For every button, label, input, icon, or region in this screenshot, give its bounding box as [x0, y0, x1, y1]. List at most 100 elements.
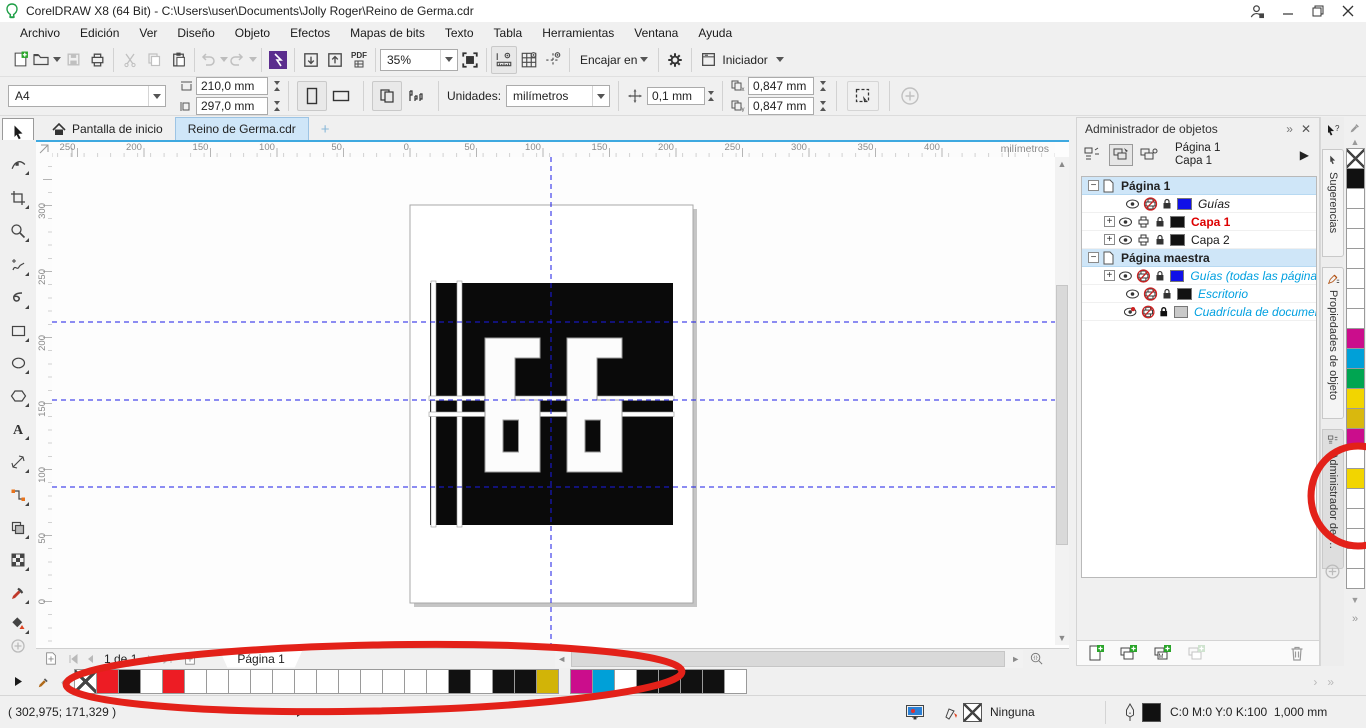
horizontal-ruler[interactable]: milímetros 25020015010050050100150200250… — [52, 142, 1055, 158]
last-page-button[interactable] — [163, 654, 173, 664]
layer-color-chip[interactable] — [1170, 216, 1185, 228]
color-swatch[interactable] — [1346, 188, 1365, 209]
color-swatch[interactable] — [614, 669, 637, 694]
application-launcher[interactable]: Iniciador — [696, 47, 787, 73]
menu-ayuda[interactable]: Ayuda — [688, 24, 742, 42]
color-swatch[interactable] — [404, 669, 427, 694]
new-master-layer-all-pages-button[interactable] — [1187, 644, 1207, 662]
horizontal-scrollbar[interactable] — [569, 650, 1009, 668]
color-swatch[interactable] — [140, 669, 163, 694]
tool-crop[interactable] — [6, 186, 30, 210]
menu-objeto[interactable]: Objeto — [225, 24, 280, 42]
menu-texto[interactable]: Texto — [435, 24, 484, 42]
scroll-down-arrow[interactable]: ▼ — [1055, 631, 1069, 645]
tree-row-capa1[interactable]: + Capa 1 — [1082, 213, 1316, 231]
menu-archivo[interactable]: Archivo — [10, 24, 70, 42]
tree-row-capa2[interactable]: + Capa 2 — [1082, 231, 1316, 249]
menu-mapas-de-bits[interactable]: Mapas de bits — [340, 24, 435, 42]
palette-scroll-left-icon[interactable]: ‹ — [61, 675, 65, 689]
horizontal-scroll-thumb[interactable] — [571, 651, 1005, 667]
user-account-icon[interactable] — [1249, 4, 1264, 19]
help-pointer-icon[interactable]: ? — [1325, 123, 1341, 139]
digit-6-first[interactable] — [485, 338, 540, 472]
zoom-combo-caret[interactable] — [440, 50, 457, 70]
palette-flyout-arrow[interactable] — [14, 676, 23, 687]
tree-row-document-grid[interactable]: Cuadrícula de documen — [1082, 303, 1316, 321]
color-swatch[interactable] — [206, 669, 229, 694]
menu-diseno[interactable]: Diseño — [167, 24, 224, 42]
printing-disabled-icon[interactable] — [1136, 269, 1151, 283]
color-swatch[interactable] — [1346, 248, 1365, 269]
tool-zoom[interactable] — [6, 219, 30, 243]
color-swatch[interactable] — [702, 669, 725, 694]
palette-eyedropper-icon[interactable] — [1349, 121, 1362, 134]
save-button[interactable] — [61, 47, 85, 73]
palette-expand-icon[interactable]: » — [1352, 613, 1358, 625]
color-swatch[interactable] — [228, 669, 251, 694]
undo-button[interactable] — [199, 47, 228, 73]
lock-icon[interactable] — [1154, 215, 1166, 228]
fill-color-swatch[interactable] — [1142, 703, 1161, 722]
units-combo[interactable]: milímetros — [506, 85, 610, 107]
color-swatch[interactable] — [1346, 548, 1365, 569]
lock-closed-icon[interactable] — [1158, 305, 1169, 318]
color-swatch[interactable] — [1346, 428, 1365, 449]
color-swatch[interactable] — [1346, 488, 1365, 509]
outline-color-swatch[interactable] — [963, 703, 982, 722]
paste-button[interactable] — [166, 47, 190, 73]
pan-zoom-navigator-icon[interactable] — [1029, 651, 1044, 666]
docker-close-icon[interactable]: ✕ — [1301, 122, 1311, 136]
color-swatch[interactable] — [184, 669, 207, 694]
collapse-icon[interactable]: − — [1088, 252, 1099, 263]
printing-enabled-icon[interactable] — [1136, 233, 1151, 247]
duplicate-x-field[interactable]: 0,847 mm — [748, 77, 814, 95]
color-swatch[interactable] — [1346, 448, 1365, 469]
menu-ventana[interactable]: Ventana — [624, 24, 688, 42]
color-swatch[interactable] — [1346, 208, 1365, 229]
collapse-icon[interactable]: − — [1088, 180, 1099, 191]
lock-icon[interactable] — [1161, 197, 1173, 210]
color-swatch[interactable] — [1346, 328, 1365, 349]
tool-rectangle[interactable] — [6, 319, 30, 343]
layer-color-chip[interactable] — [1174, 306, 1188, 318]
redo-dropdown-caret[interactable] — [249, 57, 257, 62]
color-swatch[interactable] — [1346, 368, 1365, 389]
color-swatch[interactable] — [96, 669, 119, 694]
expand-icon[interactable]: + — [1104, 216, 1115, 227]
color-swatch[interactable] — [448, 669, 471, 694]
color-swatch[interactable] — [636, 669, 659, 694]
menu-efectos[interactable]: Efectos — [280, 24, 340, 42]
printing-disabled-icon[interactable] — [1143, 287, 1158, 301]
menu-tabla[interactable]: Tabla — [484, 24, 533, 42]
layer-label[interactable]: Página 1 — [1121, 179, 1170, 193]
color-swatch[interactable] — [360, 669, 383, 694]
color-swatch[interactable] — [162, 669, 185, 694]
color-swatch[interactable] — [592, 669, 615, 694]
color-swatch[interactable] — [1346, 268, 1365, 289]
docker-tab-propiedades[interactable]: Propiedades de objeto — [1322, 267, 1344, 419]
tree-row-escritorio[interactable]: Escritorio — [1082, 285, 1316, 303]
page-tab-pagina1[interactable]: Página 1 — [219, 650, 302, 668]
add-page-before-button[interactable] — [44, 651, 58, 666]
color-swatch[interactable] — [1346, 568, 1365, 589]
expand-icon[interactable]: + — [1104, 234, 1115, 245]
layer-color-chip[interactable] — [1177, 288, 1192, 300]
edit-across-layers-toggle[interactable] — [1109, 144, 1133, 166]
delete-trash-button[interactable] — [1289, 645, 1305, 662]
no-color-swatch[interactable] — [74, 669, 97, 694]
status-flyout-arrow[interactable] — [296, 708, 304, 718]
copy-button[interactable] — [142, 47, 166, 73]
docker-tab-sugerencias[interactable]: Sugerencias — [1322, 149, 1344, 257]
new-master-layer-button[interactable]: M — [1153, 644, 1173, 662]
color-swatch[interactable] — [1346, 348, 1365, 369]
tool-drop-shadow[interactable] — [6, 516, 30, 540]
layer-label[interactable]: Página maestra — [1121, 251, 1210, 265]
document-palette-eyedropper-icon[interactable] — [37, 675, 51, 689]
page-height-field[interactable]: 297,0 mm — [196, 97, 268, 115]
tool-connector[interactable] — [6, 483, 30, 507]
show-guidelines-toggle[interactable] — [541, 47, 565, 73]
color-swatch[interactable] — [250, 669, 273, 694]
layer-label[interactable]: Capa 2 — [1191, 233, 1230, 247]
color-swatch[interactable] — [658, 669, 681, 694]
show-grid-toggle[interactable] — [517, 47, 541, 73]
